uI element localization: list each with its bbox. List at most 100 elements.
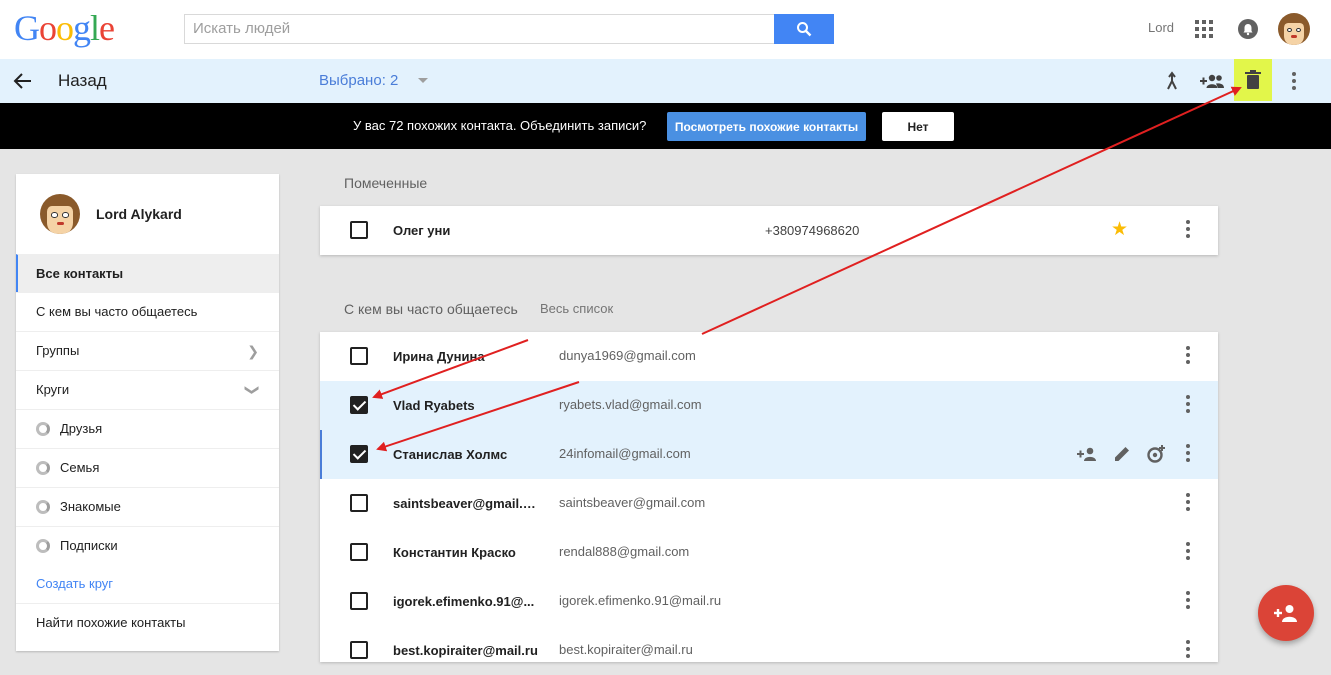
table-row[interactable]: Станислав Холмс 24infomail@gmail.com <box>320 430 1218 479</box>
bell-icon[interactable] <box>1238 19 1258 39</box>
circle-icon <box>36 461 50 475</box>
see-all-link[interactable]: Весь список <box>540 301 613 316</box>
more-options-button[interactable] <box>1282 69 1306 93</box>
contact-email: igorek.efimenko.91@mail.ru <box>559 593 722 608</box>
search-icon <box>797 22 812 37</box>
sidebar-item-label: Семья <box>60 460 100 475</box>
search-input[interactable]: Искать людей <box>184 14 774 44</box>
sidebar-item-circles[interactable]: Круги ❯ <box>16 370 279 408</box>
row-checkbox[interactable] <box>350 543 368 561</box>
starred-card: Олег уни +380974968620 ★ <box>320 206 1218 255</box>
contact-name[interactable]: Станислав Холмс <box>393 447 538 462</box>
sidebar-item-label: Все контакты <box>36 266 124 281</box>
table-row[interactable]: Олег уни +380974968620 ★ <box>320 206 1218 255</box>
chevron-right-icon: ❯ <box>247 343 259 359</box>
sidebar-item-frequent[interactable]: С кем вы часто общаетесь <box>16 292 279 330</box>
notice-text: У вас 72 похожих контакта. Объединить за… <box>353 118 647 133</box>
contact-phone: +380974968620 <box>765 223 860 238</box>
more-icon[interactable] <box>1186 493 1190 511</box>
sidebar-item-label: С кем вы часто общаетесь <box>36 304 198 319</box>
more-icon[interactable] <box>1186 444 1190 462</box>
table-row[interactable]: Константин Краско rendal888@gmail.com <box>320 528 1218 577</box>
more-icon[interactable] <box>1186 542 1190 560</box>
edit-button[interactable] <box>1111 443 1133 465</box>
more-icon[interactable] <box>1186 591 1190 609</box>
back-icon[interactable] <box>12 70 34 92</box>
sidebar-item-acquaintances[interactable]: Знакомые <box>16 487 279 525</box>
table-row[interactable]: Vlad Ryabets ryabets.vlad@gmail.com <box>320 381 1218 430</box>
find-duplicates-link[interactable]: Найти похожие контакты <box>16 603 279 641</box>
sidebar-item-all-contacts[interactable]: Все контакты <box>16 254 279 292</box>
row-checkbox[interactable] <box>350 221 368 239</box>
contact-name[interactable]: igorek.efimenko.91@... <box>393 594 538 609</box>
search-button[interactable] <box>774 14 834 44</box>
add-to-group-icon <box>1200 74 1224 88</box>
add-contact-fab[interactable] <box>1258 585 1314 641</box>
sidebar-item-following[interactable]: Подписки <box>16 526 279 564</box>
sidebar-item-label: Группы <box>36 343 80 358</box>
contact-name[interactable]: Vlad Ryabets <box>393 398 538 413</box>
contact-name[interactable]: Олег уни <box>393 223 538 238</box>
row-checkbox[interactable] <box>350 592 368 610</box>
more-icon[interactable] <box>1186 346 1190 364</box>
delete-button[interactable] <box>1234 59 1272 101</box>
row-checkbox[interactable] <box>350 347 368 365</box>
create-circle-link[interactable]: Создать круг <box>16 565 279 603</box>
table-row[interactable]: saintsbeaver@gmail.c... saintsbeaver@gma… <box>320 479 1218 528</box>
circle-icon <box>36 500 50 514</box>
view-duplicates-button[interactable]: Посмотреть похожие контакты <box>667 112 866 141</box>
merge-button[interactable] <box>1160 69 1184 93</box>
circles-icon <box>1147 445 1165 463</box>
chevron-down-icon[interactable] <box>418 78 428 83</box>
circle-icon <box>36 539 50 553</box>
duplicates-notice-bar: У вас 72 похожих контакта. Объединить за… <box>0 103 1331 149</box>
contact-name[interactable]: saintsbeaver@gmail.c... <box>393 496 538 511</box>
contact-email: saintsbeaver@gmail.com <box>559 495 706 510</box>
add-contact-icon <box>1077 447 1096 461</box>
more-icon[interactable] <box>1186 395 1190 413</box>
table-row[interactable]: igorek.efimenko.91@... igorek.efimenko.9… <box>320 577 1218 626</box>
more-icon <box>1292 72 1296 90</box>
avatar[interactable] <box>1278 13 1310 45</box>
contact-email: rendal888@gmail.com <box>559 544 690 559</box>
profile-avatar[interactable] <box>40 194 80 234</box>
row-checkbox-checked[interactable] <box>350 445 368 463</box>
add-contact-button[interactable] <box>1076 443 1098 465</box>
sidebar-item-family[interactable]: Семья <box>16 448 279 486</box>
top-bar: Google Искать людей Lord <box>0 0 1331 59</box>
circle-icon <box>36 422 50 436</box>
add-person-fab-icon <box>1274 605 1297 622</box>
chevron-down-icon: ❯ <box>245 384 262 396</box>
user-name-link[interactable]: Lord <box>1148 20 1174 35</box>
dismiss-button[interactable]: Нет <box>882 112 954 141</box>
apps-icon[interactable] <box>1195 20 1213 38</box>
profile-name: Lord Alykard <box>96 206 182 222</box>
sidebar-item-label: Найти похожие контакты <box>36 615 186 630</box>
frequent-card: Ирина Дунина dunya1969@gmail.com Vlad Ry… <box>320 332 1218 662</box>
contact-name[interactable]: Ирина Дунина <box>393 349 538 364</box>
sidebar-item-label: Подписки <box>60 538 118 553</box>
google-logo[interactable]: Google <box>14 8 115 48</box>
more-icon[interactable] <box>1186 640 1190 658</box>
selection-action-bar: Назад Выбрано: 2 <box>0 59 1331 103</box>
frequent-section-title: С кем вы часто общаетесь <box>344 301 518 317</box>
row-checkbox-checked[interactable] <box>350 396 368 414</box>
sidebar-item-label: Круги <box>36 382 70 397</box>
add-to-group-button[interactable] <box>1199 69 1225 93</box>
contact-name[interactable]: Константин Краско <box>393 545 538 560</box>
sidebar-item-groups[interactable]: Группы ❯ <box>16 331 279 369</box>
contact-email: best.kopiraiter@mail.ru <box>559 642 693 657</box>
manage-circles-button[interactable] <box>1145 443 1167 465</box>
contact-email: 24infomail@gmail.com <box>559 446 691 461</box>
back-label[interactable]: Назад <box>58 71 107 91</box>
contact-email: dunya1969@gmail.com <box>559 348 696 363</box>
edit-icon <box>1115 447 1129 461</box>
row-checkbox[interactable] <box>350 494 368 512</box>
row-checkbox[interactable] <box>350 641 368 659</box>
starred-section-title: Помеченные <box>344 175 428 191</box>
selected-count[interactable]: Выбрано: 2 <box>319 72 398 89</box>
star-icon[interactable]: ★ <box>1111 218 1128 241</box>
more-icon[interactable] <box>1186 220 1190 238</box>
table-row[interactable]: Ирина Дунина dunya1969@gmail.com <box>320 332 1218 381</box>
sidebar-item-friends[interactable]: Друзья <box>16 409 279 447</box>
